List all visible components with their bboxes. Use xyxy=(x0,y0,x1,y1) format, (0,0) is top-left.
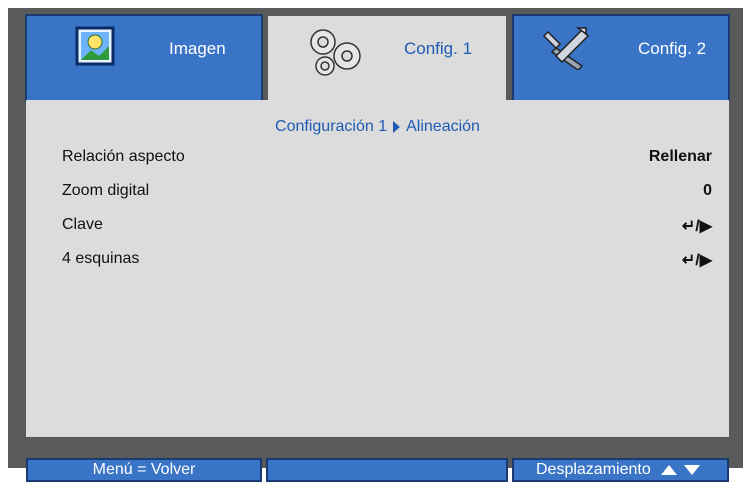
menu-item-clave[interactable]: Clave ↵/▶ xyxy=(62,216,712,240)
footer-middle xyxy=(266,458,508,482)
menu-item-relacion-aspecto[interactable]: Relación aspecto Rellenar xyxy=(62,148,712,172)
tab-label: Config. 2 xyxy=(638,39,707,58)
menu-item-4-esquinas[interactable]: 4 esquinas ↵/▶ xyxy=(62,250,712,274)
menu-panel: Configuración 1 Alineación Relación aspec… xyxy=(26,100,729,437)
image-icon xyxy=(75,26,127,78)
up-arrow-icon xyxy=(661,464,678,475)
breadcrumb-current: Alineación xyxy=(406,118,480,135)
tab-label: Config. 1 xyxy=(404,39,473,58)
menu-item-value: ↵/▶ xyxy=(681,218,712,235)
menu-item-label: Clave xyxy=(62,216,103,233)
tab-config-2[interactable]: Config. 2 xyxy=(512,14,730,102)
breadcrumb-arrow-icon xyxy=(393,120,401,133)
breadcrumb-parent: Configuración 1 xyxy=(275,118,388,135)
breadcrumb: Configuración 1 Alineación xyxy=(26,118,729,136)
back-hint-label: Menú = Volver xyxy=(92,461,196,478)
back-hint: Menú = Volver xyxy=(26,458,262,482)
menu-item-zoom-digital[interactable]: Zoom digital 0 xyxy=(62,182,712,206)
tab-config-1[interactable]: Config. 1 xyxy=(266,14,508,110)
menu-item-value: 0 xyxy=(703,182,712,199)
scroll-hint: Desplazamiento xyxy=(512,458,729,482)
menu-item-label: Relación aspecto xyxy=(62,148,185,165)
tab-label: Imagen xyxy=(169,39,226,58)
tools-icon xyxy=(542,26,594,78)
menu-item-value: ↵/▶ xyxy=(681,252,712,269)
menu-item-value: Rellenar xyxy=(648,148,712,165)
scroll-hint-label: Desplazamiento xyxy=(536,461,651,478)
menu-item-label: Zoom digital xyxy=(62,182,150,199)
down-arrow-icon xyxy=(683,464,700,475)
tab-imagen[interactable]: Imagen xyxy=(25,14,263,102)
gears-icon xyxy=(303,22,361,76)
menu-item-label: 4 esquinas xyxy=(62,250,140,267)
